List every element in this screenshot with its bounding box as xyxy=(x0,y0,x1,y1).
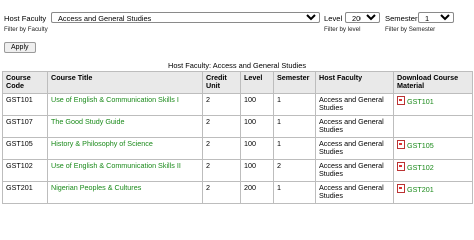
header-level: Level xyxy=(240,71,274,94)
course-title-link[interactable]: Use of English & Communication Skills I xyxy=(51,95,179,104)
course-code: GST201 xyxy=(2,180,48,204)
course-title-link[interactable]: The Good Study Guide xyxy=(51,117,125,126)
course-title-link[interactable]: Nigerian Peoples & Cultures xyxy=(51,183,141,192)
level: 200 xyxy=(240,180,274,204)
semester: 1 xyxy=(273,136,316,160)
semester: 1 xyxy=(273,180,316,204)
download-link[interactable]: GST102 xyxy=(407,163,434,172)
level: 100 xyxy=(240,92,274,116)
pdf-icon xyxy=(397,183,405,193)
host-faculty: Access and General Studies xyxy=(315,92,394,116)
download-link[interactable]: GST201 xyxy=(407,185,434,194)
level-hint: Filter by level xyxy=(324,26,361,33)
pdf-icon xyxy=(397,95,405,105)
course-title-link[interactable]: Use of English & Communication Skills II xyxy=(51,161,181,170)
level: 100 xyxy=(240,158,274,182)
header-semester: Semester xyxy=(273,71,316,94)
table-row: GST107 The Good Study Guide 2 100 1 Acce… xyxy=(2,114,473,138)
apply-button[interactable]: Apply xyxy=(4,42,36,53)
header-download: Download Course Material xyxy=(393,71,473,94)
download-cell-empty xyxy=(393,114,473,138)
table-row: GST105 History & Philosophy of Science 2… xyxy=(2,136,473,160)
header-course-title: Course Title xyxy=(47,71,203,94)
level: 100 xyxy=(240,114,274,138)
header-host-faculty: Host Faculty xyxy=(315,71,394,94)
header-course-code: Course Code xyxy=(2,71,48,94)
credit-unit: 2 xyxy=(202,136,241,160)
semester: 1 xyxy=(273,114,316,138)
semester: 2 xyxy=(273,158,316,182)
host-faculty: Access and General Studies xyxy=(315,136,394,160)
course-code: GST107 xyxy=(2,114,48,138)
host-faculty: Access and General Studies xyxy=(315,114,394,138)
course-code: GST102 xyxy=(2,158,48,182)
credit-unit: 2 xyxy=(202,180,241,204)
faculty-hint: Filter by Faculty xyxy=(4,26,48,33)
host-faculty: Access and General Studies xyxy=(315,158,394,182)
semester: 1 xyxy=(273,92,316,116)
table-row: GST102 Use of English & Communication Sk… xyxy=(2,158,473,182)
course-title-link[interactable]: History & Philosophy of Science xyxy=(51,139,153,148)
table-row: GST201 Nigerian Peoples & Cultures 2 200… xyxy=(2,180,473,204)
table-header-row: Course Code Course Title Credit Unit Lev… xyxy=(2,71,473,94)
credit-unit: 2 xyxy=(202,92,241,116)
level-label: Level xyxy=(324,14,343,23)
semester-label: Semester xyxy=(385,14,418,23)
level-select[interactable]: 200 xyxy=(345,12,380,23)
level: 100 xyxy=(240,136,274,160)
header-credit-unit: Credit Unit xyxy=(202,71,241,94)
host-faculty: Access and General Studies xyxy=(315,180,394,204)
credit-unit: 2 xyxy=(202,114,241,138)
pdf-icon xyxy=(397,161,405,171)
faculty-label: Host Faculty xyxy=(4,14,47,23)
courses-table: Course Code Course Title Credit Unit Lev… xyxy=(2,71,473,204)
faculty-select[interactable]: Access and General Studies xyxy=(51,12,320,23)
pdf-icon xyxy=(397,139,405,149)
download-link[interactable]: GST105 xyxy=(407,141,434,150)
course-code: GST101 xyxy=(2,92,48,116)
semester-select[interactable]: 1 xyxy=(418,12,454,23)
download-link[interactable]: GST101 xyxy=(407,97,434,106)
credit-unit: 2 xyxy=(202,158,241,182)
table-row: GST101 Use of English & Communication Sk… xyxy=(2,92,473,116)
table-caption: Host Faculty: Access and General Studies xyxy=(167,61,307,70)
semester-hint: Filter by Semester xyxy=(385,26,436,33)
course-code: GST105 xyxy=(2,136,48,160)
